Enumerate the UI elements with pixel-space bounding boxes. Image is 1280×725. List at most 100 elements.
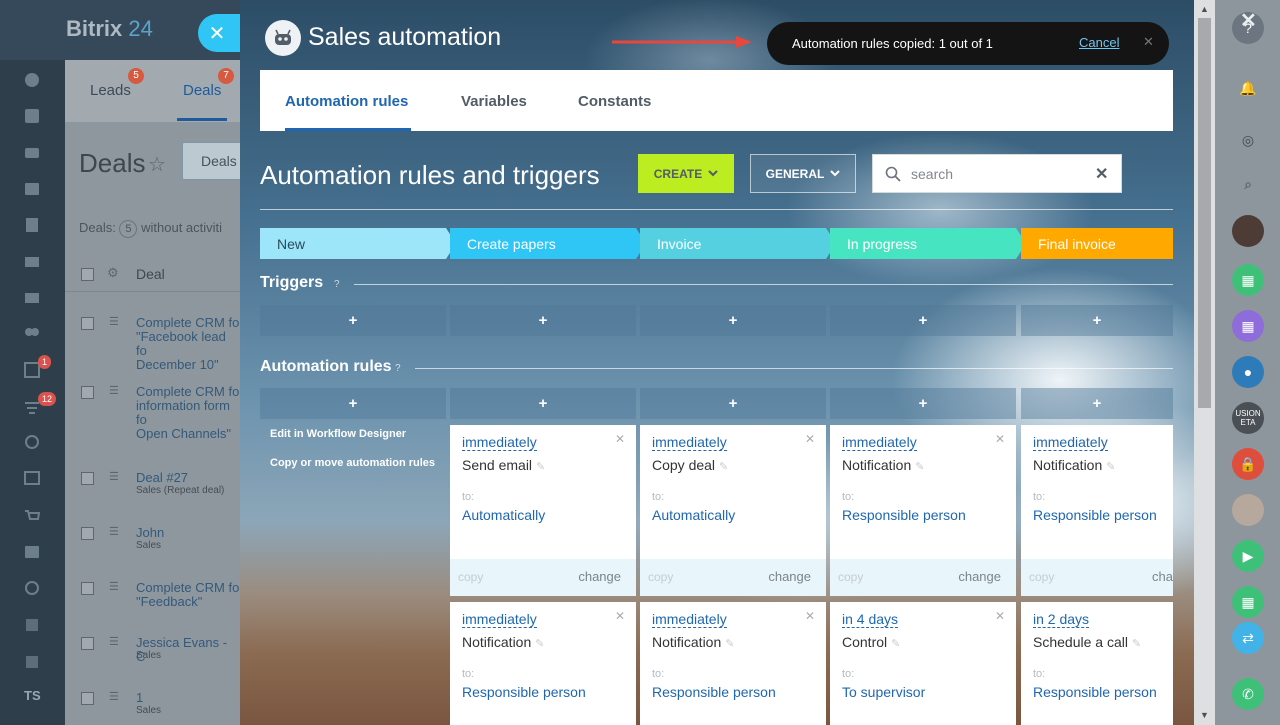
stage-final-invoice[interactable]: Final invoice <box>1021 228 1173 259</box>
row-menu-icon[interactable]: ☰ <box>109 635 121 648</box>
stage-new[interactable]: New <box>260 228 456 259</box>
pencil-icon[interactable]: ✎ <box>891 638 900 650</box>
pencil-icon[interactable]: ✎ <box>1106 461 1115 473</box>
rule-target[interactable]: Responsible person <box>842 507 966 523</box>
close-icon[interactable]: ✕ <box>615 432 625 446</box>
rule-timing[interactable]: immediately <box>652 434 727 451</box>
tab-automation-rules[interactable]: Automation rules <box>285 93 408 110</box>
rule-timing[interactable]: in 2 days <box>1033 611 1090 628</box>
search-icon[interactable]: ⌕ <box>1232 168 1264 200</box>
rule-name[interactable]: Notification ✎ <box>652 634 734 650</box>
sync-icon[interactable] <box>22 578 42 598</box>
rule-name[interactable]: Schedule a call ✎ <box>1033 634 1141 650</box>
row-menu-icon[interactable]: ☰ <box>109 470 121 483</box>
row-checkbox[interactable] <box>81 527 94 540</box>
box-icon[interactable] <box>22 615 42 635</box>
change-link[interactable]: change <box>958 569 1001 584</box>
help-icon[interactable]: ? <box>334 279 340 290</box>
add-rule-button[interactable]: + <box>260 388 446 419</box>
rule-timing[interactable]: immediately <box>652 611 727 628</box>
deal-title[interactable]: Complete CRM fo "Facebook lead fo Decemb… <box>136 316 240 372</box>
calendar-green-icon[interactable]: ▦ <box>1232 586 1264 618</box>
rule-name[interactable]: Control ✎ <box>842 634 900 650</box>
rule-card[interactable]: immediately ✕ Send email ✎ to: Automatica… <box>450 425 636 596</box>
rule-name[interactable]: Notification ✎ <box>1033 457 1115 473</box>
stage-create-papers[interactable]: Create papers <box>450 228 646 259</box>
deal-title[interactable]: 1 <box>136 691 143 705</box>
rule-card[interactable]: immediately ✕ Copy deal ✎ to: Automatical… <box>640 425 826 596</box>
scroll-up-icon[interactable]: ▲ <box>1200 4 1209 14</box>
row-menu-icon[interactable]: ☰ <box>109 525 121 538</box>
add-trigger-button[interactable]: + <box>830 305 1016 336</box>
row-checkbox[interactable] <box>81 472 94 485</box>
row-menu-icon[interactable]: ☰ <box>109 315 121 328</box>
rule-name[interactable]: Send email ✎ <box>462 457 545 473</box>
rule-target[interactable]: Responsible person <box>462 684 586 700</box>
video-icon[interactable]: ▶ <box>1232 540 1264 572</box>
copy-move-rules-link[interactable]: Copy or move automation rules <box>270 457 435 469</box>
cart-icon[interactable] <box>22 506 42 526</box>
contacts-icon[interactable] <box>22 542 42 562</box>
rule-target[interactable]: Responsible person <box>652 684 776 700</box>
rule-target[interactable]: To supervisor <box>842 684 925 700</box>
document-icon[interactable] <box>22 215 42 235</box>
close-icon[interactable]: ✕ <box>805 609 815 623</box>
add-rule-button[interactable]: + <box>640 388 826 419</box>
rule-timing[interactable]: immediately <box>842 434 917 451</box>
scroll-down-icon[interactable]: ▼ <box>1200 710 1209 720</box>
activity-icon[interactable] <box>22 70 42 90</box>
chat-icon[interactable] <box>22 144 42 164</box>
rule-card[interactable]: in 2 days Schedule a call ✎ to: Responsib… <box>1021 602 1173 725</box>
calendar-icon[interactable]: ▦ <box>1232 264 1264 296</box>
rule-card[interactable]: in 4 days ✕ Control ✎ to: To supervisor <box>830 602 1016 725</box>
deal-title[interactable]: Deal #27 <box>136 471 188 485</box>
rule-name[interactable]: Notification ✎ <box>842 457 924 473</box>
tab-constants[interactable]: Constants <box>578 93 651 110</box>
rule-target[interactable]: Automatically <box>462 507 545 523</box>
add-rule-button[interactable]: + <box>1021 388 1173 419</box>
row-menu-icon[interactable]: ☰ <box>109 690 121 703</box>
rule-target[interactable]: Responsible person <box>1033 684 1157 700</box>
user-initials[interactable]: TS <box>24 688 41 703</box>
calendar-purple-icon[interactable]: ▦ <box>1232 310 1264 342</box>
mail-icon[interactable] <box>22 288 42 308</box>
row-checkbox[interactable] <box>81 386 94 399</box>
group-chat-icon[interactable]: ● <box>1232 356 1264 388</box>
pencil-icon[interactable]: ✎ <box>535 638 544 650</box>
rule-name[interactable]: Notification ✎ <box>462 634 544 650</box>
create-button[interactable]: CREATE <box>638 154 734 193</box>
avatar[interactable] <box>1232 215 1264 247</box>
copy-link[interactable]: copy <box>648 570 673 584</box>
rule-timing[interactable]: in 4 days <box>842 611 899 628</box>
deals-count-suffix[interactable]: without activiti <box>141 220 222 235</box>
rule-target[interactable]: Responsible person <box>1033 507 1157 523</box>
avatar[interactable] <box>1232 494 1264 526</box>
rule-name[interactable]: Copy deal ✎ <box>652 457 728 473</box>
target-icon[interactable] <box>22 432 42 452</box>
close-icon[interactable]: ✕ <box>1143 34 1154 50</box>
phone-icon[interactable]: ✆ <box>1232 678 1264 710</box>
row-menu-icon[interactable]: ☰ <box>109 384 121 397</box>
change-link[interactable]: change <box>768 569 811 584</box>
column-deal[interactable]: Deal <box>136 266 165 282</box>
close-icon[interactable]: ✕ <box>805 432 815 446</box>
row-menu-icon[interactable]: ☰ <box>109 580 121 593</box>
sites-icon[interactable] <box>22 468 42 488</box>
deal-title[interactable]: Complete CRM fo "Feedback" <box>136 581 239 609</box>
row-checkbox[interactable] <box>81 637 94 650</box>
pencil-icon[interactable]: ✎ <box>915 461 924 473</box>
pencil-icon[interactable]: ✎ <box>1132 638 1141 650</box>
pencil-icon[interactable]: ✎ <box>536 461 545 473</box>
filter-chip[interactable]: Deals <box>182 142 242 180</box>
rule-card[interactable]: immediately Notification ✎ to: Responsibl… <box>1021 425 1173 596</box>
bell-icon[interactable]: 🔔 <box>1232 72 1264 104</box>
close-icon[interactable]: ✕ <box>615 609 625 623</box>
rule-card[interactable]: immediately ✕ Notification ✎ to: Responsi… <box>450 602 636 725</box>
row-checkbox[interactable] <box>81 582 94 595</box>
settings-icon[interactable]: ⚙ <box>107 265 119 281</box>
row-checkbox[interactable] <box>81 317 94 330</box>
box2-icon[interactable] <box>22 652 42 672</box>
copy-link[interactable]: copy <box>1029 570 1054 584</box>
rule-target[interactable]: Automatically <box>652 507 735 523</box>
close-icon[interactable]: ✕ <box>995 432 1005 446</box>
